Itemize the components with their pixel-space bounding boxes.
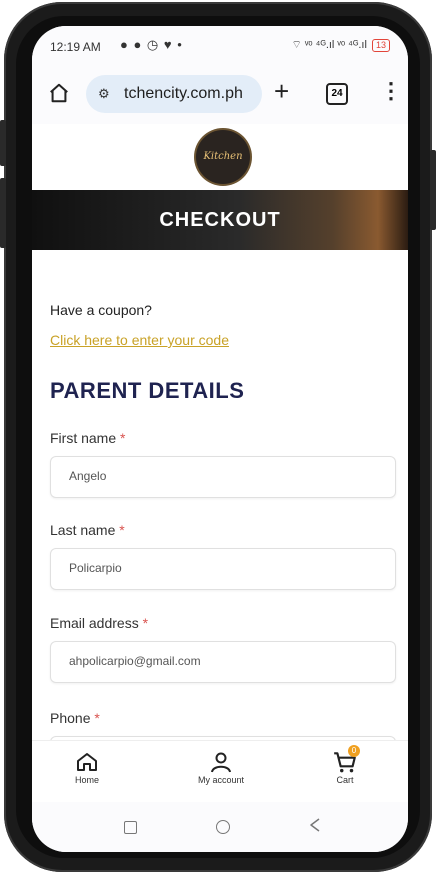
- screen: 12:19 AM ● ● ◷ ♥ • ⌔ ᵛᵒ ⁴ᴳ.ıl ᵛᵒ ⁴ᴳ.ıl 1…: [32, 26, 408, 852]
- side-button-power: [430, 150, 436, 230]
- required-mark: *: [119, 522, 125, 538]
- first-name-label-text: First name: [50, 430, 117, 446]
- nav-home-label: Home: [74, 775, 99, 785]
- cart-count-badge: 0: [348, 745, 360, 757]
- address-bar[interactable]: ⚙ tchencity.com.ph: [86, 75, 262, 113]
- browser-toolbar: ⚙ tchencity.com.ph + 24 ⋮: [32, 64, 408, 124]
- required-mark: *: [142, 615, 149, 631]
- signal-icons: ⌔ ᵛᵒ ⁴ᴳ.ıl ᵛᵒ ⁴ᴳ.ıl 13: [291, 38, 390, 52]
- email-label-text: Email address: [50, 615, 139, 631]
- required-mark: *: [94, 710, 100, 726]
- nav-cart-label: Cart: [336, 775, 354, 785]
- user-icon: [211, 752, 231, 773]
- checkout-banner: CHECKOUT: [32, 190, 408, 250]
- home-button-icon[interactable]: [216, 820, 230, 834]
- url-text: tchencity.com.ph: [124, 85, 243, 102]
- first-name-input[interactable]: Angelo: [50, 456, 396, 498]
- recent-apps-icon[interactable]: [124, 821, 137, 834]
- tab-switcher-button[interactable]: 24: [326, 83, 348, 105]
- site-settings-icon[interactable]: ⚙: [98, 86, 110, 102]
- email-value: ahpolicarpio@gmail.com: [69, 654, 201, 668]
- bottom-nav: Home My account 0 Cart: [32, 740, 408, 803]
- back-icon[interactable]: [308, 817, 322, 833]
- nav-account-label: My account: [197, 775, 245, 785]
- side-button-volume: [0, 178, 6, 248]
- nav-home[interactable]: Home: [42, 749, 132, 785]
- last-name-label: Last name *: [50, 522, 125, 538]
- site-logo[interactable]: Kitchen City: [196, 130, 250, 216]
- first-name-value: Angelo: [69, 469, 107, 483]
- browser-home-icon[interactable]: [48, 82, 70, 104]
- nav-my-account[interactable]: My account: [176, 749, 266, 785]
- side-button-top: [0, 120, 6, 166]
- status-time: 12:19 AM: [50, 40, 101, 54]
- system-nav-bar: [32, 802, 408, 852]
- new-tab-icon[interactable]: +: [274, 76, 289, 107]
- checkout-form-area: Have a coupon? Click here to enter your …: [32, 250, 408, 778]
- section-title: PARENT DETAILS: [50, 378, 245, 403]
- status-bar: 12:19 AM ● ● ◷ ♥ • ⌔ ᵛᵒ ⁴ᴳ.ıl ᵛᵒ ⁴ᴳ.ıl 1…: [32, 26, 408, 64]
- notification-icons: ● ● ◷ ♥ •: [120, 37, 183, 52]
- first-name-label: First name *: [50, 430, 125, 446]
- battery-icon: 13: [371, 38, 390, 52]
- last-name-value: Policarpio: [69, 561, 122, 575]
- email-label: Email address *: [50, 615, 148, 631]
- signal-icon: ⌔ ᵛᵒ ⁴ᴳ.ıl ᵛᵒ ⁴ᴳ.ıl: [291, 39, 367, 51]
- coupon-link[interactable]: Click here to enter your code: [50, 332, 229, 348]
- last-name-input[interactable]: Policarpio: [50, 548, 396, 590]
- more-menu-icon[interactable]: ⋮: [380, 78, 402, 104]
- nav-cart[interactable]: 0 Cart: [300, 745, 390, 785]
- required-mark: *: [120, 430, 126, 446]
- phone-label-text: Phone: [50, 710, 91, 726]
- email-input[interactable]: ahpolicarpio@gmail.com: [50, 641, 396, 683]
- page-title: CHECKOUT: [159, 209, 281, 231]
- phone-label: Phone *: [50, 710, 100, 726]
- site-header: Kitchen City: [32, 124, 408, 216]
- home-icon: [77, 753, 97, 771]
- last-name-label-text: Last name: [50, 522, 116, 538]
- coupon-question: Have a coupon?: [50, 302, 152, 318]
